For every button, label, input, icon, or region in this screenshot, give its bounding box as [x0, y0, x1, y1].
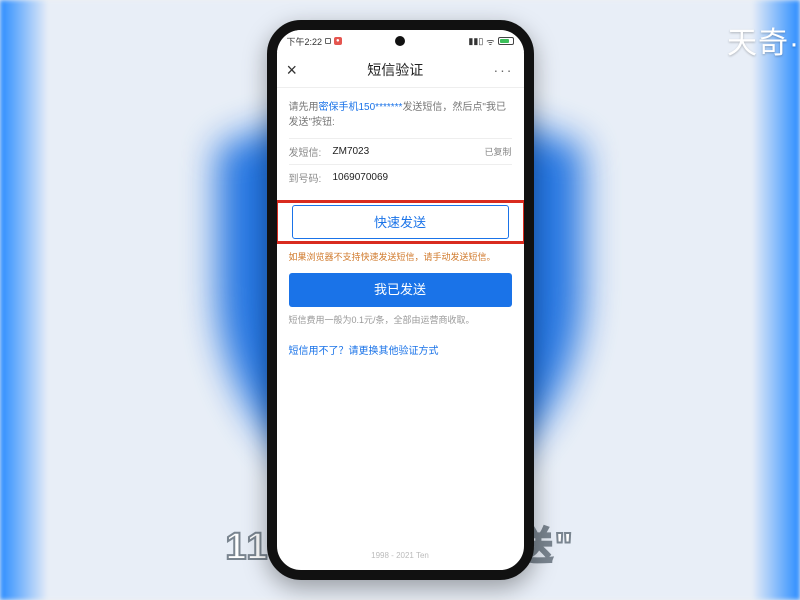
sms-code-row: 发短信: ZM7023 已复制 — [289, 138, 512, 164]
sms-code-value: ZM7023 — [333, 146, 485, 157]
status-time: 下午2:22 — [287, 35, 323, 48]
phone-frame: 下午2:22 ● ▮▮▯ ᯤ × 短信验证 ··· 请先用密保手机150****… — [267, 20, 534, 580]
fee-hint: 短信费用一般为0.1元/条，全部由运营商收取。 — [289, 313, 512, 326]
footer-copyright: 1998 - 2021 Ten — [277, 551, 524, 560]
row-label-to: 到号码: — [289, 170, 333, 185]
battery-icon — [498, 37, 514, 45]
alarm-icon — [325, 38, 331, 44]
title-bar: × 短信验证 ··· — [277, 52, 524, 88]
wifi-icon: ᯤ — [486, 35, 494, 48]
alt-verify-link[interactable]: 短信用不了？请更换其他验证方式 — [289, 342, 439, 357]
sms-number-value: 1069070069 — [333, 172, 512, 183]
sms-number-row: 到号码: 1069070069 — [289, 164, 512, 190]
highlight-box: 快速发送 — [275, 200, 526, 244]
close-icon[interactable]: × — [287, 61, 298, 79]
content-area: 请先用密保手机150*******发送短信，然后点"我已发送"按钮: 发短信: … — [277, 88, 524, 357]
watermark-label: 天奇· — [727, 18, 800, 62]
more-icon[interactable]: ··· — [493, 62, 513, 78]
quick-send-hint: 如果浏览器不支持快速发送短信，请手动发送短信。 — [289, 250, 512, 263]
masked-phone: 密保手机150******* — [319, 102, 403, 113]
record-icon: ● — [334, 37, 342, 45]
row-label-send: 发短信: — [289, 144, 333, 159]
camera-notch — [395, 36, 405, 46]
page-title: 短信验证 — [367, 60, 423, 80]
signal-icon: ▮▮▯ — [468, 36, 483, 47]
already-sent-button[interactable]: 我已发送 — [289, 273, 512, 307]
instruction-text: 请先用密保手机150*******发送短信，然后点"我已发送"按钮: — [289, 100, 512, 130]
quick-send-button[interactable]: 快速发送 — [292, 205, 509, 239]
copied-badge: 已复制 — [484, 145, 511, 158]
